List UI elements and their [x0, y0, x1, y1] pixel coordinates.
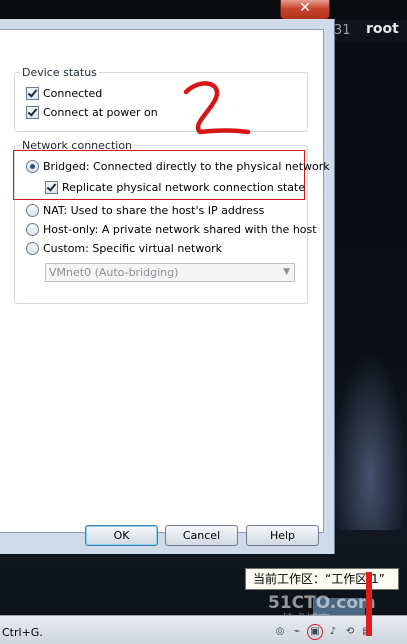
handwritten-number: 2 — [178, 80, 179, 81]
nat-radio[interactable]: NAT: Used to share the host's IP address — [26, 204, 264, 217]
workspace-tooltip: 当前工作区：“工作区 1” — [245, 568, 399, 590]
replicate-state-box[interactable] — [45, 181, 58, 194]
connected-checkbox-box[interactable] — [26, 87, 39, 100]
device-status-title: Device status — [20, 66, 99, 79]
bridged-label: Bridged: Connected directly to the physi… — [43, 160, 330, 173]
usb-icon[interactable]: ⌁ — [290, 625, 304, 639]
network-icon[interactable]: ▣ — [307, 624, 323, 640]
cd-icon[interactable]: ◎ — [273, 625, 287, 639]
connected-checkbox[interactable]: Connected — [26, 87, 102, 100]
sync-icon[interactable]: ⟲ — [343, 625, 357, 639]
desktop-panel-number: 31 — [334, 23, 351, 38]
connected-label: Connected — [43, 87, 103, 100]
network-adapter-panel: Device status Connected Connect at power… — [0, 29, 330, 533]
connect-at-power-on-label: Connect at power on — [43, 106, 158, 119]
help-button[interactable]: Help — [246, 525, 319, 546]
cancel-button[interactable]: Cancel — [165, 525, 238, 546]
desktop-wallpaper-glow — [333, 350, 407, 530]
vm-settings-dialog: Device status Connected Connect at power… — [0, 19, 335, 554]
custom-label: Custom: Specific virtual network — [43, 242, 222, 255]
bridged-radio-button[interactable] — [26, 160, 39, 173]
host-only-label: Host-only: A private network shared with… — [43, 223, 317, 236]
close-icon: ✕ — [299, 0, 311, 16]
nat-label: NAT: Used to share the host's IP address — [43, 204, 265, 217]
vmnet-select[interactable]: VMnet0 (Auto-bridging) ▼ — [45, 263, 295, 282]
host-only-radio[interactable]: Host-only: A private network shared with… — [26, 223, 317, 236]
window-close-button[interactable]: ✕ — [280, 0, 330, 20]
chevron-down-icon: ▼ — [283, 267, 290, 277]
connect-at-power-on-checkbox[interactable]: Connect at power on — [26, 106, 158, 119]
red-annotation-bar — [366, 572, 372, 636]
sound-icon[interactable]: ♪ — [326, 625, 340, 639]
vmnet-select-value: VMnet0 (Auto-bridging) — [49, 266, 179, 279]
replicate-state-label: Replicate physical network connection st… — [62, 181, 306, 194]
desktop-username[interactable]: root — [366, 21, 399, 37]
ok-button[interactable]: OK — [85, 525, 158, 546]
bridged-radio[interactable]: Bridged: Connected directly to the physi… — [26, 160, 330, 173]
device-status-group — [14, 72, 308, 132]
host-only-radio-button[interactable] — [26, 223, 39, 236]
nat-radio-button[interactable] — [26, 204, 39, 217]
handwritten-annotation: 2 — [178, 80, 251, 135]
connect-at-power-on-box[interactable] — [26, 106, 39, 119]
replicate-state-checkbox[interactable]: Replicate physical network connection st… — [45, 181, 305, 194]
custom-radio-button[interactable] — [26, 242, 39, 255]
custom-radio[interactable]: Custom: Specific virtual network — [26, 242, 222, 255]
status-hint-text: Ctrl+G. — [2, 626, 43, 639]
